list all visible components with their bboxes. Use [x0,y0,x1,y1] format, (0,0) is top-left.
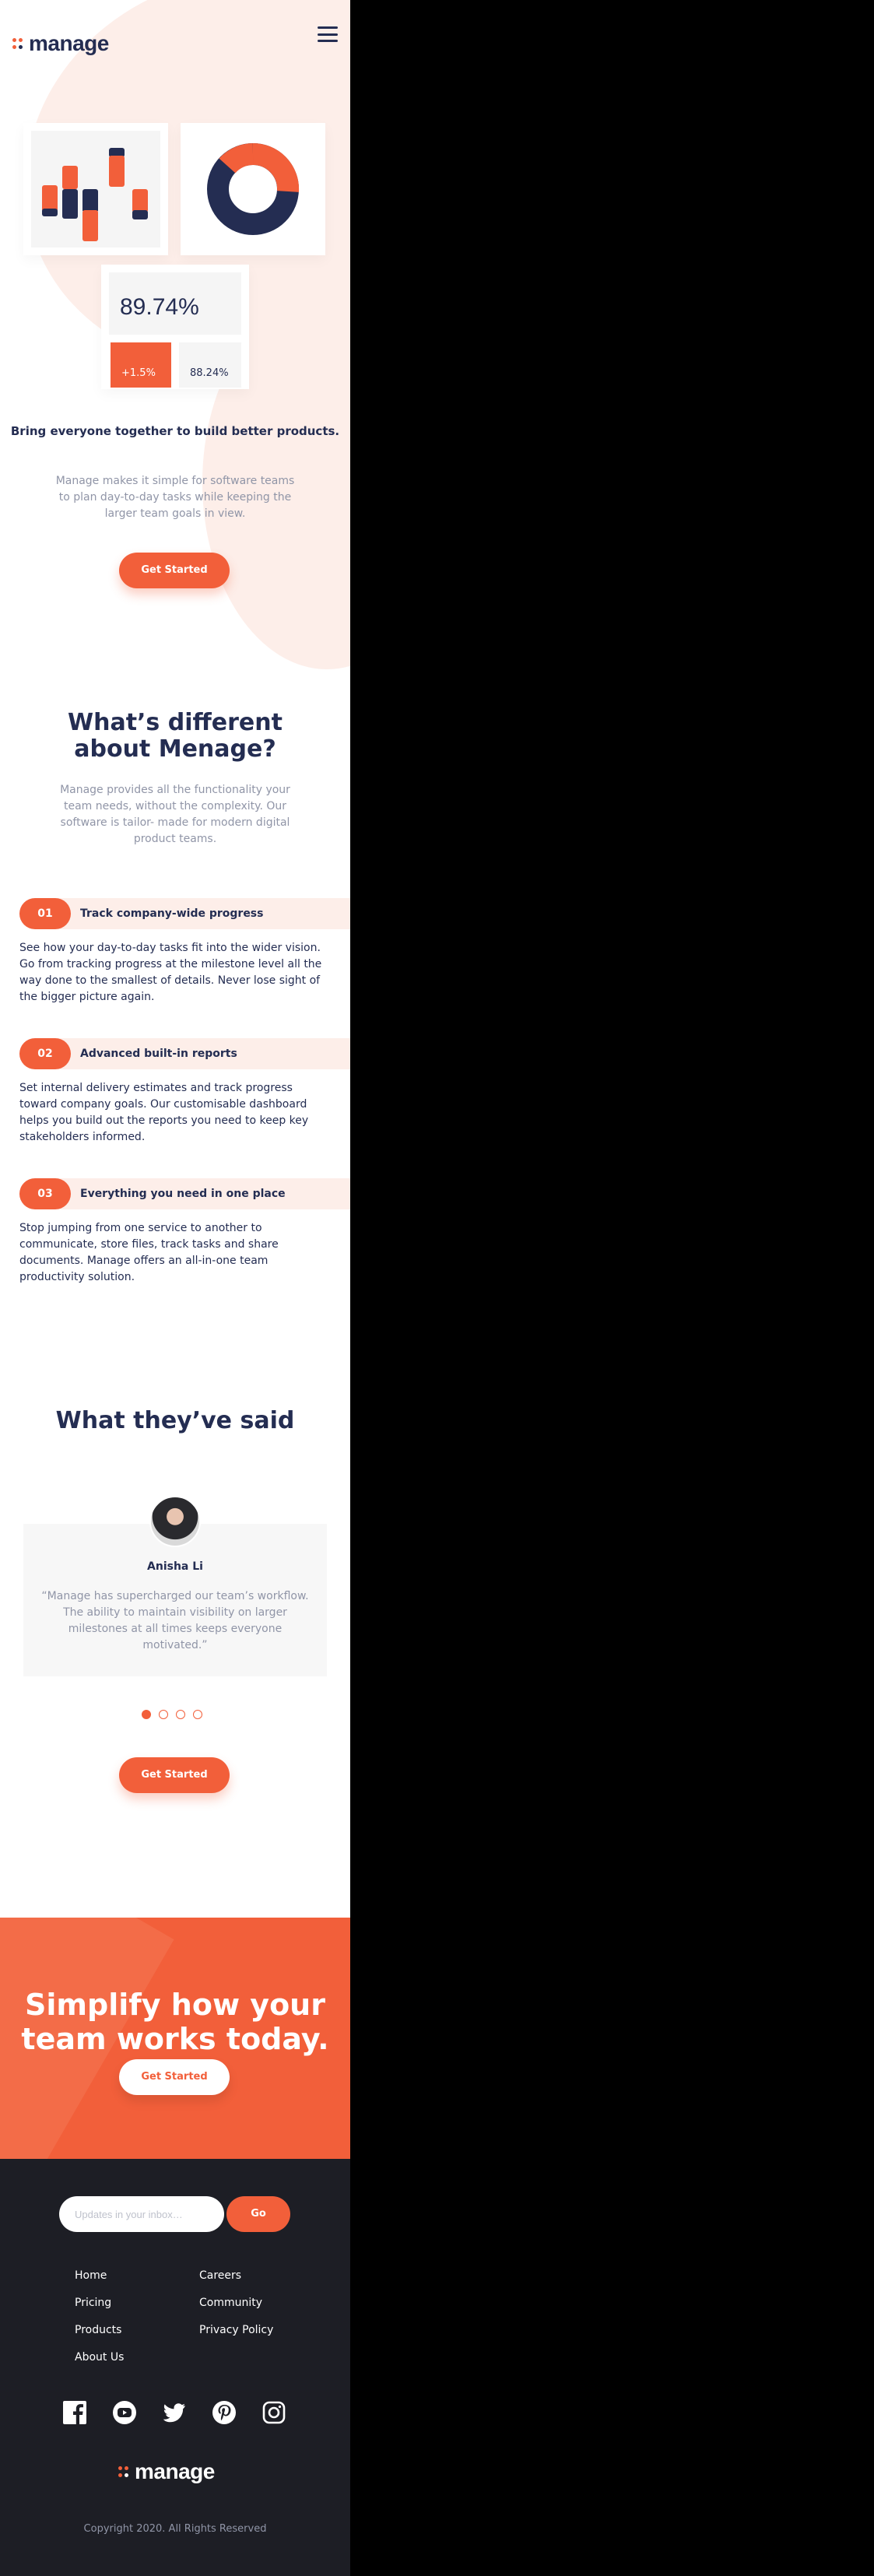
carousel-dot-3[interactable] [176,1710,185,1719]
youtube-icon[interactable] [112,2400,137,2425]
feature-description: Set internal delivery estimates and trac… [19,1082,309,1143]
footer-link-community[interactable]: Community [199,2297,262,2309]
instagram-icon[interactable] [261,2400,286,2425]
stat-secondary: 88.24% [179,342,241,388]
section-description-different: Manage provides all the functionality yo… [60,784,290,845]
hero-get-started-button[interactable]: Get Started [119,553,230,588]
donut-chart-card [181,123,325,255]
feature-header-1: 01 Track company-wide progress [19,898,350,929]
hero-description: Manage makes it simple for software team… [55,475,295,520]
avatar [149,1496,201,1547]
cta-get-started-button[interactable]: Get Started [119,2059,230,2095]
stat-card: 89.74% +1.5% 88.24% [101,265,249,389]
donut-chart [207,142,300,235]
footer-link-pricing[interactable]: Pricing [75,2297,111,2309]
footer-link-careers[interactable]: Careers [199,2269,241,2282]
cta-band: Simplify how your team works today. Get … [0,1918,350,2159]
feature-number: 03 [19,1178,71,1209]
hamburger-icon[interactable] [318,26,338,42]
carousel-dot-4[interactable] [193,1710,202,1719]
stat-change: +1.5% [111,342,171,388]
bar [62,189,78,219]
feature-description: See how your day-to-day tasks fit into t… [19,942,322,1003]
page: manage 89.74% +1.5% 88.24% Bring everyon… [0,0,350,2576]
logo-dots-icon [12,38,23,49]
newsletter-go-button[interactable]: Go [226,2196,290,2232]
bar [42,185,58,212]
hero-title: Bring everyone together to build better … [10,424,340,438]
bar [42,209,58,216]
newsletter-email-input[interactable] [59,2196,224,2232]
facebook-icon[interactable] [62,2400,87,2425]
pinterest-icon[interactable] [212,2400,237,2425]
footer: Go Home Pricing Products About Us Career… [0,2159,350,2576]
feature-number: 02 [19,1038,71,1069]
testimonial-name: Anisha Li [147,1560,203,1573]
logo-text: manage [135,2459,215,2483]
bar [109,156,125,187]
cta-title: Simplify how your team works today. [21,1988,329,2056]
section-title-different: What’s different about Menage? [68,709,283,763]
bar [82,189,98,212]
footer-logo[interactable]: manage [118,2459,215,2484]
feature-number: 01 [19,898,71,929]
logo-dots-icon [118,2466,129,2477]
footer-link-privacy-policy[interactable]: Privacy Policy [199,2324,273,2336]
feature-title: Advanced built-in reports [80,1048,237,1060]
feature-header-2: 02 Advanced built-in reports [19,1038,350,1069]
twitter-icon[interactable] [162,2400,187,2425]
testimonial-quote: “Manage has supercharged our team’s work… [41,1590,309,1651]
feature-title: Everything you need in one place [80,1188,286,1200]
bar [132,189,148,212]
bar [62,166,78,189]
feature-description: Stop jumping from one service to another… [19,1222,279,1283]
bar-chart-card [23,123,168,255]
carousel-dots [142,1710,210,1719]
feature-header-3: 03 Everything you need in one place [19,1178,350,1209]
bar-chart-area [31,131,160,247]
logo-text: manage [29,31,109,55]
footer-link-about-us[interactable]: About Us [75,2351,124,2364]
bar [132,210,148,219]
stat-main: 89.74% [109,272,241,335]
footer-link-home[interactable]: Home [75,2269,107,2282]
carousel-dot-1[interactable] [142,1710,151,1719]
bar [82,210,98,241]
copyright: Copyright 2020. All Rights Reserved [83,2523,267,2535]
footer-link-products[interactable]: Products [75,2324,121,2336]
testimonials-get-started-button[interactable]: Get Started [119,1757,230,1793]
logo[interactable]: manage [12,31,109,56]
feature-title: Track company-wide progress [80,907,264,920]
section-title-testimonials: What they’ve said [55,1407,295,1434]
carousel-dot-2[interactable] [159,1710,168,1719]
